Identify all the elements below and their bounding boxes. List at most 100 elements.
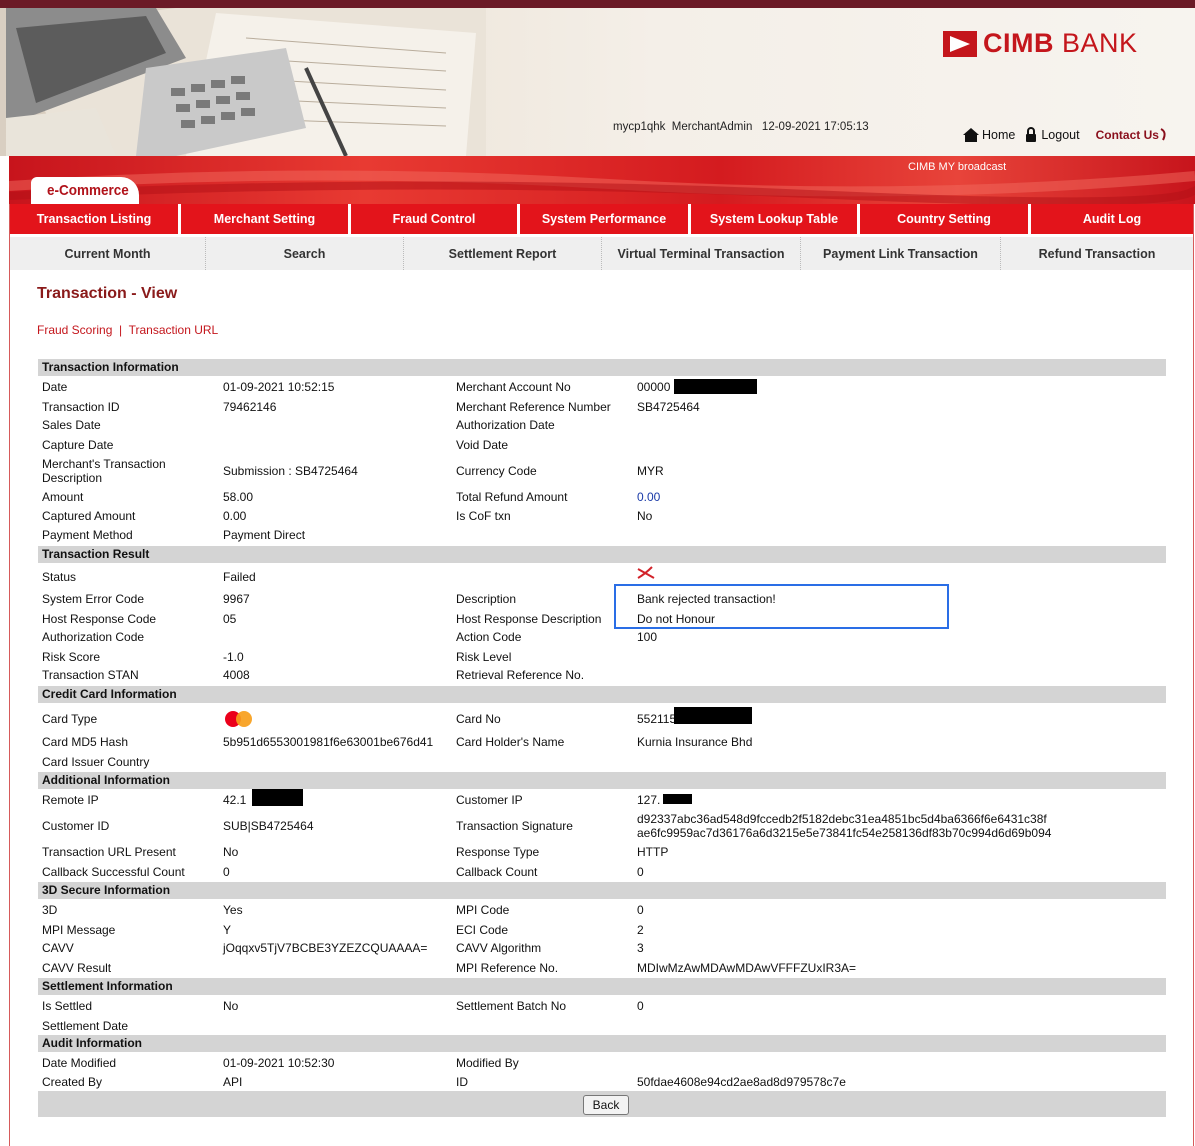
back-button[interactable]: Back xyxy=(583,1095,629,1115)
field-label: MPI Reference No. xyxy=(456,961,559,975)
field-value: -1.0 xyxy=(223,650,244,664)
field-label: 3D xyxy=(42,903,58,917)
field-label: Merchant Reference Number xyxy=(456,400,611,414)
field-value: 9967 xyxy=(223,592,250,606)
top-border xyxy=(0,0,1195,8)
cimb-logo: CIMB BANK xyxy=(943,28,1138,59)
ecommerce-tab-label: e-Commerce xyxy=(47,182,129,199)
field-value: 100 xyxy=(637,630,658,644)
field-label: Transaction ID xyxy=(42,400,120,414)
field-label: Merchant Account No xyxy=(456,380,571,394)
field-label: Card No xyxy=(456,712,501,726)
field-value: SB4725464 xyxy=(637,400,700,414)
field-label: Risk Level xyxy=(456,650,512,664)
field-value: 0.00 xyxy=(223,509,247,523)
redaction-bar xyxy=(252,789,303,806)
field-label: CAVV xyxy=(42,941,74,955)
field-label: Risk Score xyxy=(42,650,101,664)
field-value: API xyxy=(223,1075,243,1089)
refund-amount-link[interactable]: 0.00 xyxy=(637,490,660,504)
field-label: Description xyxy=(456,592,517,606)
left-border xyxy=(9,204,10,1146)
section-transaction-result: Transaction Result xyxy=(38,546,1166,563)
user-info: mycp1qhk MerchantAdmin 12-09-2021 17:05:… xyxy=(613,121,869,133)
nav-merchant-setting[interactable]: Merchant Setting xyxy=(181,204,348,234)
field-label: Payment Method xyxy=(42,528,133,542)
subnav-search[interactable]: Search xyxy=(206,237,404,270)
field-value: d92337abc36ad548d9fccedb2f5182debc31ea48… xyxy=(637,812,1047,826)
field-value: Kurnia Insurance Bhd xyxy=(637,735,753,749)
field-value: 00000 xyxy=(637,380,671,394)
field-label: Created By xyxy=(42,1075,103,1089)
field-label: Action Code xyxy=(456,630,522,644)
section-3d-secure-information: 3D Secure Information xyxy=(38,882,1166,899)
field-value: 552115 xyxy=(637,712,677,726)
field-label: Retrieval Reference No. xyxy=(456,668,585,682)
ecommerce-tab[interactable]: e-Commerce xyxy=(31,177,139,204)
subnav-current-month[interactable]: Current Month xyxy=(10,237,206,270)
field-value: 0 xyxy=(223,865,230,879)
contact-arrow-icon xyxy=(1160,127,1166,140)
field-label: Authorization Date xyxy=(456,418,555,432)
sub-nav: Current Month Search Settlement Report V… xyxy=(10,237,1193,270)
field-label: ID xyxy=(456,1075,468,1089)
page-title: Transaction - View xyxy=(37,285,178,302)
field-value: Payment Direct xyxy=(223,528,306,542)
field-value: 0 xyxy=(637,903,644,917)
field-value: ae6fc9959ac7d36176a6d3215e5e73841fc54e25… xyxy=(637,826,1052,840)
field-label: Card MD5 Hash xyxy=(42,735,129,749)
field-label: Host Response Code xyxy=(42,612,157,626)
mastercard-icon xyxy=(225,711,255,727)
field-label: Callback Count xyxy=(456,865,538,879)
subnav-refund-transaction[interactable]: Refund Transaction xyxy=(1001,237,1193,270)
fraud-scoring-link[interactable]: Fraud Scoring xyxy=(37,323,112,337)
field-label: Card Type xyxy=(42,712,98,726)
field-label: Response Type xyxy=(456,845,540,859)
home-icon xyxy=(963,127,979,142)
contact-link[interactable]: Contact Us xyxy=(1096,128,1168,142)
nav-system-lookup-table[interactable]: System Lookup Table xyxy=(691,204,857,234)
field-label: Customer IP xyxy=(456,793,523,807)
field-label: Captured Amount xyxy=(42,509,136,523)
field-label: Customer ID xyxy=(42,819,110,833)
logout-label: Logout xyxy=(1041,127,1080,142)
nav-country-setting[interactable]: Country Setting xyxy=(860,204,1028,234)
link-separator: | xyxy=(119,323,123,337)
field-value: 4008 xyxy=(223,668,250,682)
redaction-bar xyxy=(674,707,752,724)
field-value: 5b951d6553001981f6e63001be676d41 xyxy=(223,735,434,749)
subnav-settlement-report[interactable]: Settlement Report xyxy=(404,237,602,270)
field-label: Merchant's Transaction xyxy=(42,457,166,471)
field-label: Card Holder's Name xyxy=(456,735,565,749)
subnav-virtual-terminal[interactable]: Virtual Terminal Transaction xyxy=(602,237,801,270)
field-value: 0 xyxy=(637,865,644,879)
section-credit-card-information: Credit Card Information xyxy=(38,686,1166,703)
nav-fraud-control[interactable]: Fraud Control xyxy=(351,204,517,234)
subnav-payment-link[interactable]: Payment Link Transaction xyxy=(801,237,1001,270)
field-label: Authorization Code xyxy=(42,630,145,644)
field-value: 58.00 xyxy=(223,490,254,504)
nav-system-performance[interactable]: System Performance xyxy=(520,204,688,234)
section-transaction-information: Transaction Information xyxy=(38,359,1166,376)
field-label: Transaction Signature xyxy=(456,819,573,833)
field-value: 79462146 xyxy=(223,400,277,414)
field-label: CAVV Result xyxy=(42,961,112,975)
field-label: MPI Code xyxy=(456,903,510,917)
contact-label: Contact Us xyxy=(1095,127,1159,142)
highlight-box xyxy=(614,584,949,629)
nav-transaction-listing[interactable]: Transaction Listing xyxy=(10,204,178,234)
top-links: Home Logout Contact Us xyxy=(963,127,1168,142)
section-settlement-information: Settlement Information xyxy=(38,978,1166,995)
logout-link[interactable]: Logout xyxy=(1025,127,1080,142)
field-value: 2 xyxy=(637,923,644,937)
field-label: Settlement Date xyxy=(42,1019,129,1033)
field-label: Is Settled xyxy=(42,999,93,1013)
home-link[interactable]: Home xyxy=(963,127,1015,142)
field-label: Host Response Description xyxy=(456,612,602,626)
transaction-url-link[interactable]: Transaction URL xyxy=(129,323,219,337)
field-value: No xyxy=(637,509,653,523)
field-value: No xyxy=(223,845,239,859)
nav-audit-log[interactable]: Audit Log xyxy=(1031,204,1193,234)
logo-text-light: BANK xyxy=(1062,28,1138,58)
failed-cross-icon xyxy=(637,566,655,579)
